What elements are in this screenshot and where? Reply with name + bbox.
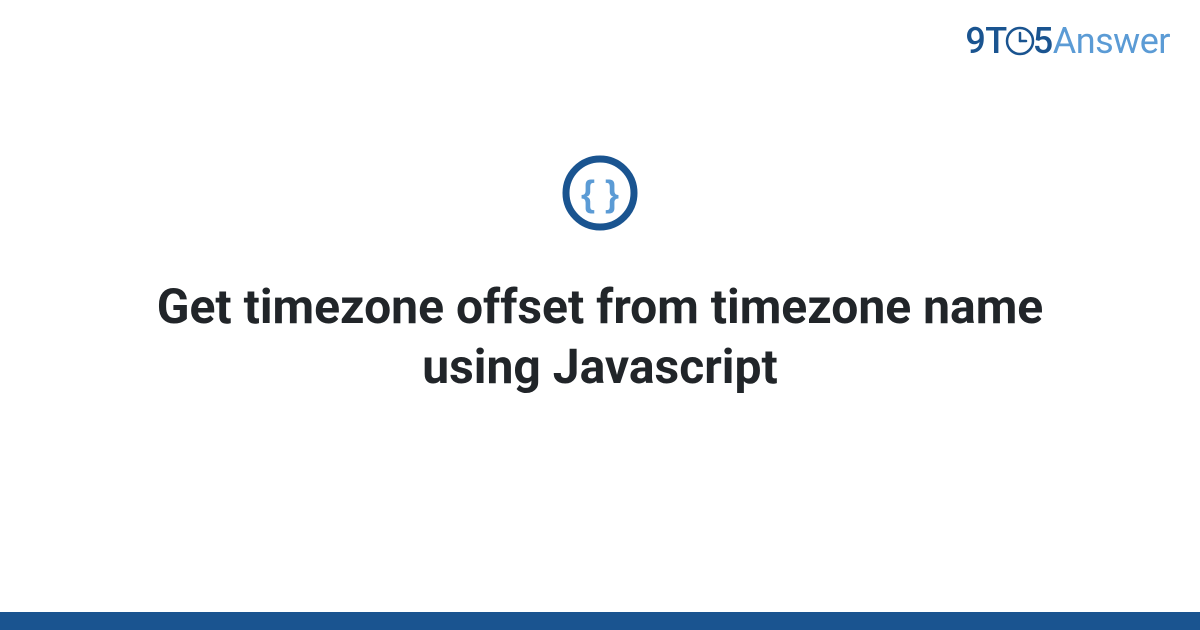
question-title: Get timezone offset from timezone name u… — [100, 277, 1100, 397]
svg-text:{ }: { } — [581, 173, 619, 214]
main-content: { } Get timezone offset from timezone na… — [0, 0, 1200, 630]
curly-braces-icon: { } — [560, 153, 640, 237]
footer-bar — [0, 612, 1200, 630]
